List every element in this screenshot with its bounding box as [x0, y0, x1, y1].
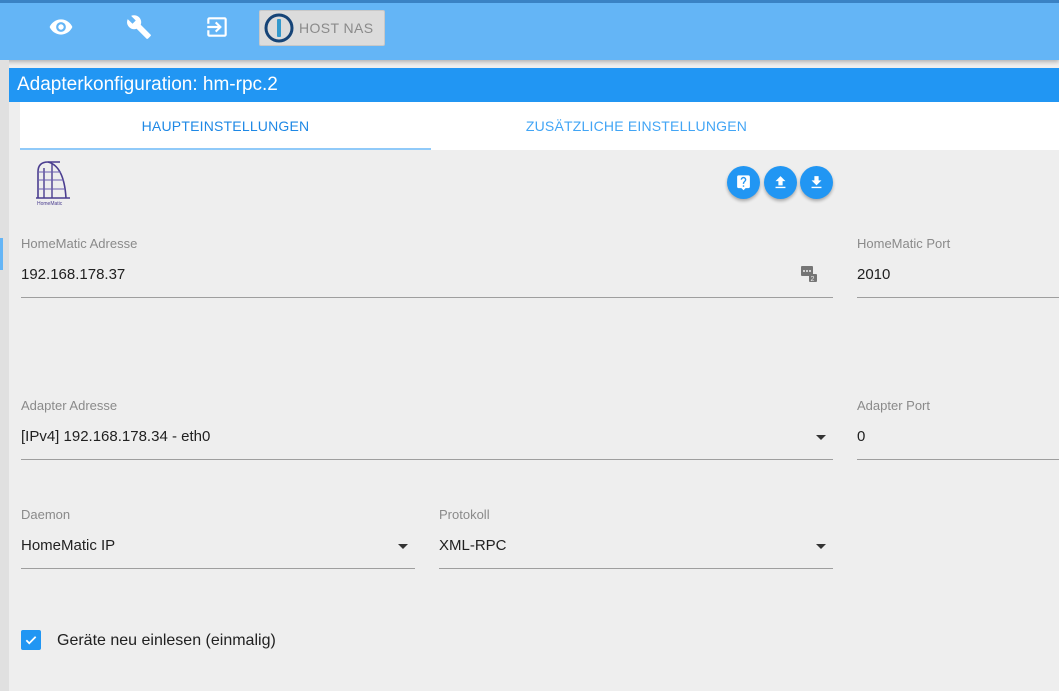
wrench-icon[interactable]	[126, 14, 152, 40]
homematic-address-value[interactable]: 192.168.178.37	[21, 266, 125, 283]
upload-button[interactable]	[764, 166, 797, 199]
homematic-address-underline	[21, 297, 833, 298]
adapter-port-field[interactable]: Adapter Port 0	[857, 398, 1059, 462]
tab-main-settings[interactable]: HAUPTEINSTELLUNGEN	[20, 102, 431, 150]
adapter-port-value[interactable]: 0	[857, 428, 865, 445]
protocol-select[interactable]: Protokoll XML-RPC	[439, 507, 833, 571]
tab-bar: HAUPTEINSTELLUNGEN ZUSÄTZLICHE EINSTELLU…	[20, 102, 1059, 150]
homematic-port-field[interactable]: HomeMatic Port 2010	[857, 236, 1059, 300]
dns-lookup-icon[interactable]: 2	[800, 265, 818, 283]
homematic-port-label: HomeMatic Port	[857, 236, 951, 251]
checkmark-icon	[25, 636, 37, 645]
eye-icon[interactable]	[48, 14, 74, 40]
daemon-underline	[21, 568, 415, 569]
chevron-down-icon[interactable]	[816, 435, 826, 440]
protocol-underline	[439, 568, 833, 569]
daemon-value[interactable]: HomeMatic IP	[21, 537, 115, 554]
daemon-label: Daemon	[21, 507, 71, 522]
chevron-down-icon[interactable]	[398, 544, 408, 549]
reload-devices-checkbox[interactable]	[21, 630, 41, 650]
top-navbar: HOST NAS	[0, 0, 1059, 60]
left-gutter	[0, 60, 9, 691]
host-label: HOST NAS	[299, 20, 374, 36]
help-icon	[737, 175, 750, 191]
adapter-address-value[interactable]: [IPv4] 192.168.178.34 - eth0	[21, 428, 210, 445]
adapter-address-label: Adapter Adresse	[21, 398, 118, 413]
page-title: Adapterkonfiguration: hm-rpc.2	[9, 68, 1059, 102]
homematic-port-value[interactable]: 2010	[857, 266, 890, 283]
adapter-address-select[interactable]: Adapter Adresse [IPv4] 192.168.178.34 - …	[21, 398, 833, 462]
help-button[interactable]	[727, 166, 760, 199]
svg-text:2: 2	[811, 276, 815, 283]
logout-icon[interactable]	[204, 14, 230, 40]
navbar-edge	[0, 0, 1059, 3]
upload-icon	[775, 176, 786, 189]
gutter-accent	[0, 238, 3, 270]
host-selector-button[interactable]: HOST NAS	[259, 10, 385, 46]
reload-devices-label: Geräte neu einlesen (einmalig)	[57, 632, 276, 649]
download-icon	[811, 176, 822, 189]
homematic-logo: HomeMatic	[36, 161, 70, 207]
tab-additional-settings[interactable]: ZUSÄTZLICHE EINSTELLUNGEN	[431, 102, 842, 150]
logo-text: HomeMatic	[37, 201, 63, 207]
iobroker-logo-icon	[264, 13, 294, 43]
adapter-port-label: Adapter Port	[857, 398, 930, 413]
protocol-value[interactable]: XML-RPC	[439, 537, 507, 554]
adapter-port-underline	[857, 459, 1059, 460]
chevron-down-icon[interactable]	[816, 544, 826, 549]
homematic-address-label: HomeMatic Adresse	[21, 236, 138, 251]
protocol-label: Protokoll	[439, 507, 490, 522]
homematic-address-field[interactable]: HomeMatic Adresse 192.168.178.37 2	[21, 236, 833, 300]
homematic-port-underline	[857, 297, 1059, 298]
adapter-address-underline	[21, 459, 833, 460]
download-button[interactable]	[800, 166, 833, 199]
daemon-select[interactable]: Daemon HomeMatic IP	[21, 507, 415, 571]
